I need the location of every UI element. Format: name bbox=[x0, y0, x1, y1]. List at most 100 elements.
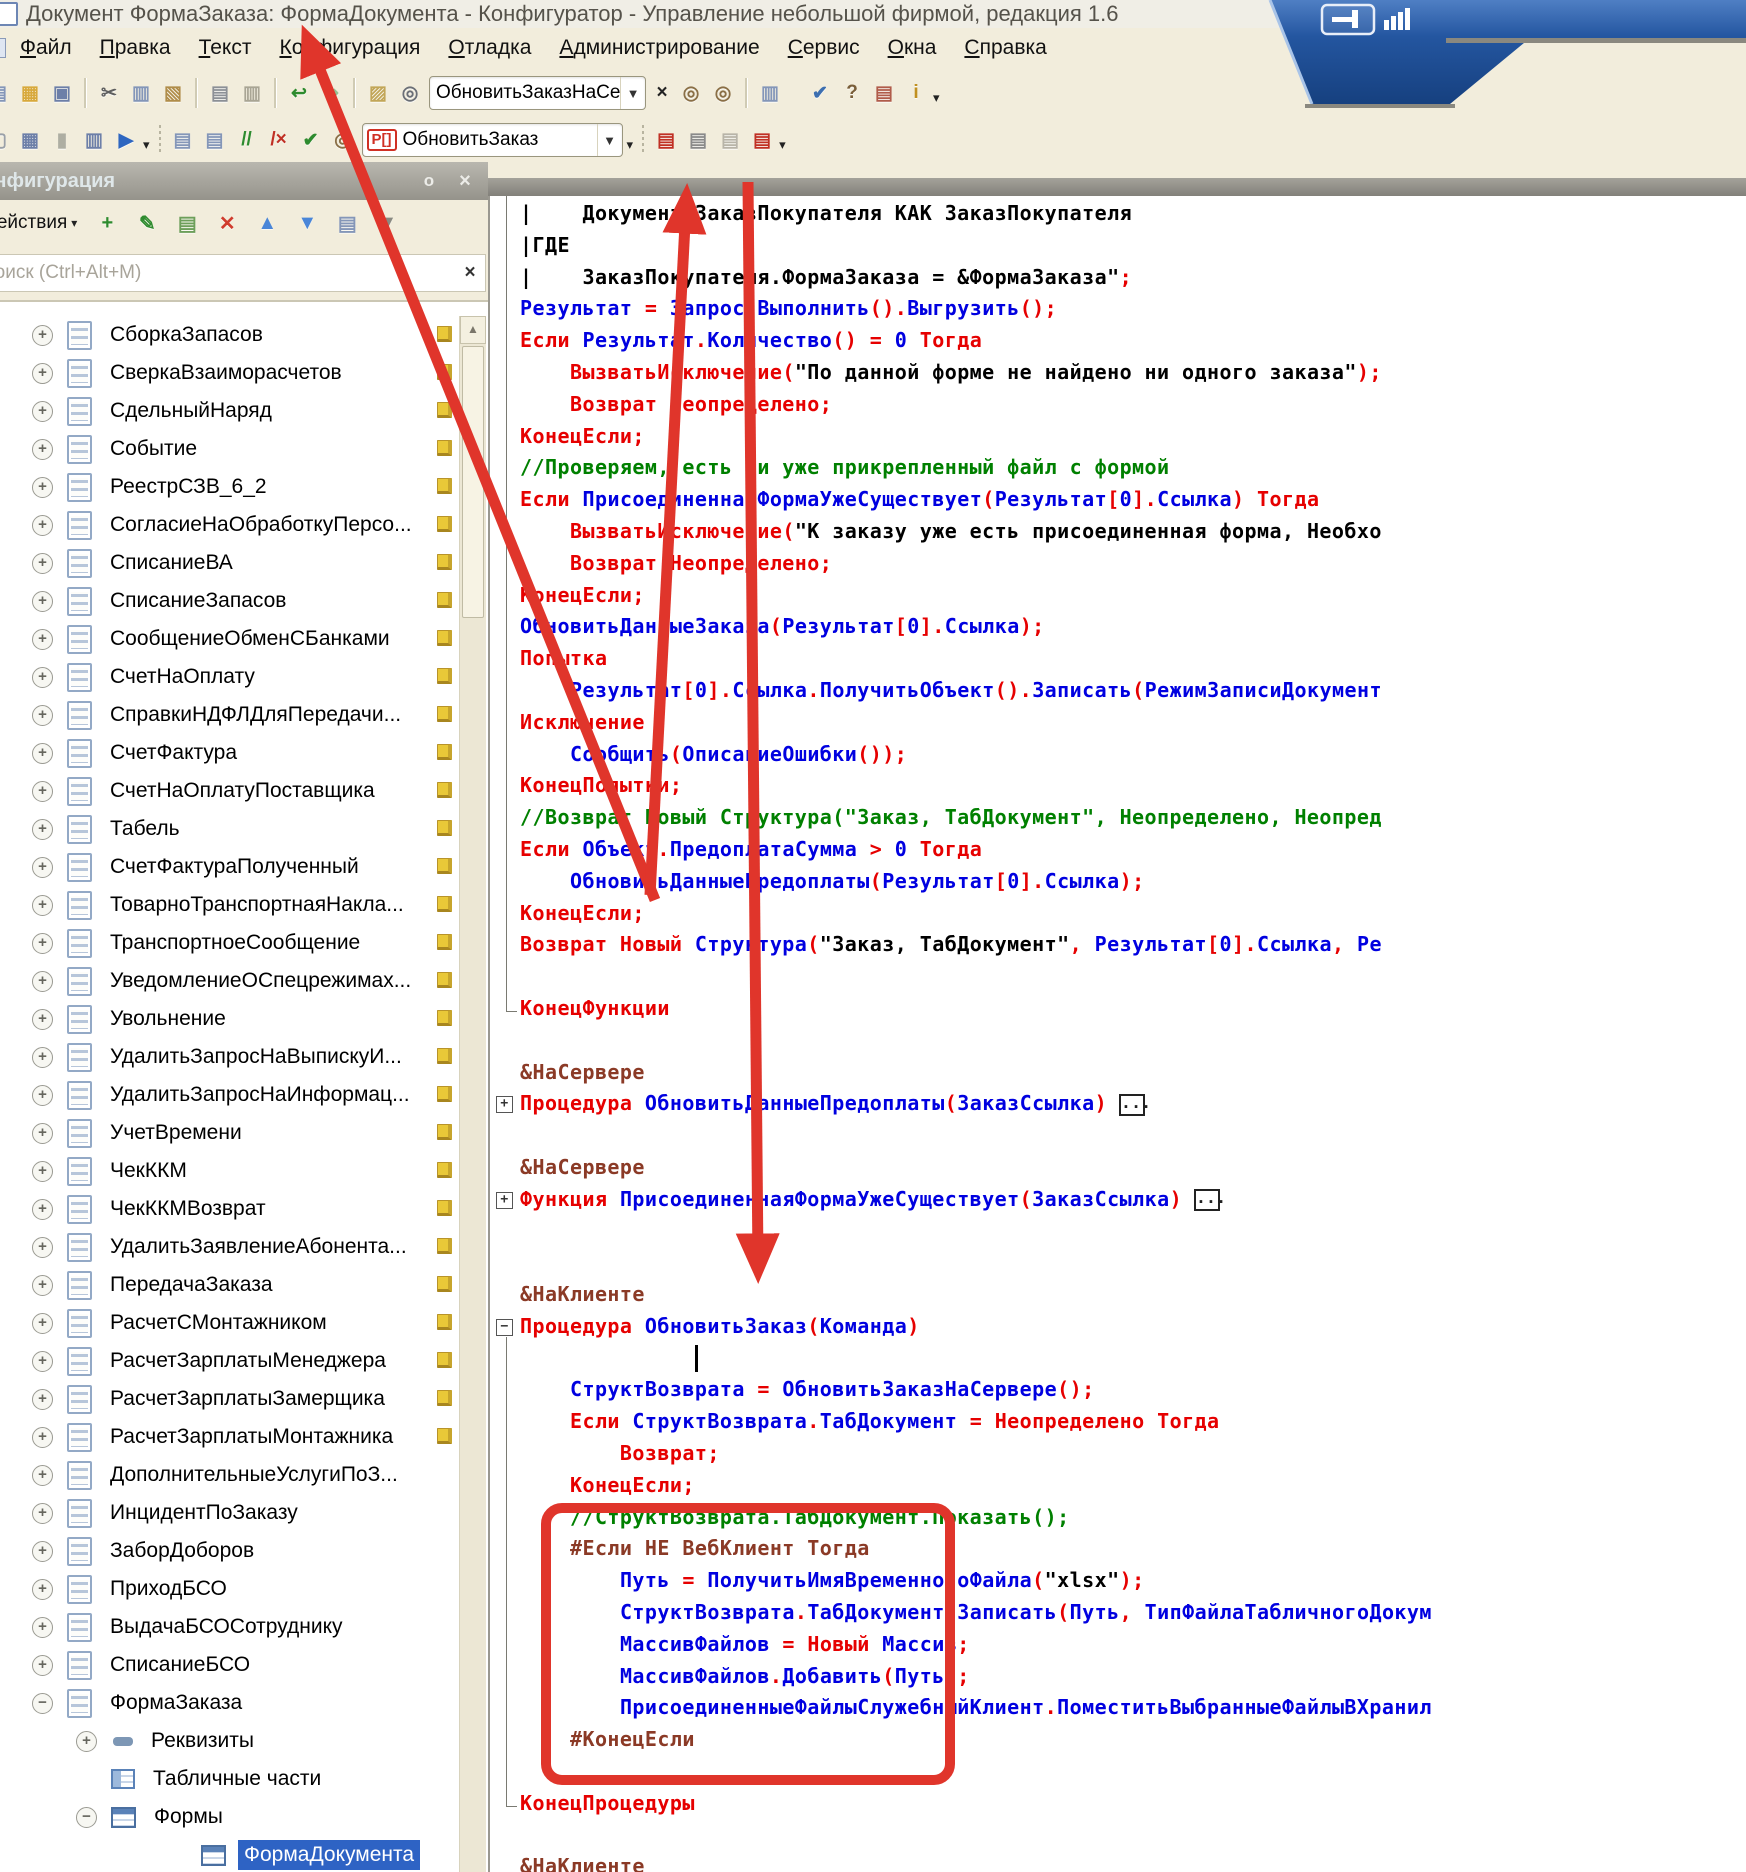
tree-item[interactable]: +СборкаЗапасов bbox=[0, 316, 488, 354]
modules-text-icon[interactable]: ▤ bbox=[869, 79, 899, 107]
find-in-files-icon[interactable]: ▨ bbox=[363, 79, 393, 107]
paste-icon[interactable]: ▧ bbox=[158, 79, 188, 107]
expand-icon[interactable]: + bbox=[32, 1655, 53, 1676]
tree-scrollbar[interactable]: ▲ bbox=[459, 316, 486, 1872]
expand-icon[interactable]: + bbox=[32, 1199, 53, 1220]
expand-icon[interactable]: + bbox=[32, 1085, 53, 1106]
tree-item[interactable]: +РеестрСЗВ_6_2 bbox=[0, 468, 488, 506]
tree-item[interactable]: +СообщениеОбменСБанками bbox=[0, 620, 488, 658]
open-icon[interactable]: ▦ bbox=[15, 79, 45, 107]
tree-item[interactable]: +СчетНаОплату bbox=[0, 658, 488, 696]
list-icon[interactable]: ▤ bbox=[327, 208, 367, 238]
expand-icon[interactable]: + bbox=[32, 1579, 53, 1600]
chevron-down-icon[interactable]: ▼ bbox=[597, 124, 622, 156]
window-partial-icon[interactable]: ▢ bbox=[0, 126, 13, 154]
expand-icon[interactable]: + bbox=[32, 1541, 53, 1562]
code-area[interactable]: | Документ.ЗаказПокупателя КАК ЗаказПоку… bbox=[488, 196, 1746, 1872]
tree-item[interactable]: +ДополнительныеУслугиПоЗ... bbox=[0, 1456, 488, 1494]
expand-icon[interactable]: + bbox=[32, 781, 53, 802]
search-text-combo[interactable]: ОбновитьЗаказНаСер▼ bbox=[429, 76, 646, 110]
add-icon[interactable]: + bbox=[87, 208, 127, 238]
menu-item-файл[interactable]: Файл bbox=[6, 32, 86, 64]
menu-item-сервис[interactable]: Сервис bbox=[774, 32, 874, 64]
panel-header[interactable]: Конфигурация o × bbox=[0, 162, 488, 200]
tree-item[interactable]: +РасчетЗарплатыМенеджера bbox=[0, 1342, 488, 1380]
filter-icon[interactable]: ▼ bbox=[367, 208, 407, 238]
actions-menu[interactable]: Действия bbox=[0, 212, 67, 234]
copy-windows-icon[interactable]: ▥ bbox=[755, 79, 785, 107]
tree-item[interactable]: −Формы bbox=[0, 1798, 488, 1836]
expand-icon[interactable]: + bbox=[32, 401, 53, 422]
copy-icon[interactable]: ▥ bbox=[126, 79, 156, 107]
find-previous-icon[interactable]: ◎ bbox=[708, 79, 738, 107]
menu-item-текст[interactable]: Текст bbox=[185, 32, 266, 64]
collapse-icon[interactable]: − bbox=[32, 1693, 53, 1714]
tree-item[interactable]: +ИнцидентПоЗаказу bbox=[0, 1494, 488, 1532]
tree-item[interactable]: +ПриходБСО bbox=[0, 1570, 488, 1608]
expand-icon[interactable]: + bbox=[32, 325, 53, 346]
tree-item[interactable]: +Реквизиты bbox=[0, 1722, 488, 1760]
expand-icon[interactable]: + bbox=[32, 1237, 53, 1258]
expand-icon[interactable]: + bbox=[32, 743, 53, 764]
bookmark-help-icon[interactable]: ▤ bbox=[683, 126, 713, 154]
expand-icon[interactable]: + bbox=[32, 1465, 53, 1486]
expand-icon[interactable]: + bbox=[32, 1503, 53, 1524]
tree-item[interactable]: +РасчетЗарплатыЗамерщика bbox=[0, 1380, 488, 1418]
menu-item-окна[interactable]: Окна bbox=[874, 32, 951, 64]
chevron-down-icon[interactable]: ▾ bbox=[71, 216, 77, 230]
bookmark-gray-icon[interactable]: ▤ bbox=[715, 126, 745, 154]
find-icon[interactable]: ◎ bbox=[395, 79, 425, 107]
expand-icon[interactable]: + bbox=[32, 1427, 53, 1448]
tree-item[interactable]: +ТранспортноеСообщение bbox=[0, 924, 488, 962]
tree-item[interactable]: +УдалитьЗапросНаИнформац... bbox=[0, 1076, 488, 1114]
tree-item[interactable]: +СчетФактураПолученный bbox=[0, 848, 488, 886]
tree-item[interactable]: +ФормаДокумента bbox=[0, 1836, 488, 1872]
expand-icon[interactable]: + bbox=[32, 667, 53, 688]
fold-expand-icon[interactable]: + bbox=[496, 1192, 513, 1209]
expand-icon[interactable]: + bbox=[32, 515, 53, 536]
expand-icon[interactable]: + bbox=[32, 591, 53, 612]
expand-icon[interactable]: + bbox=[32, 363, 53, 384]
expand-icon[interactable]: + bbox=[32, 705, 53, 726]
tree-item[interactable]: +Увольнение bbox=[0, 1000, 488, 1038]
move-down-icon[interactable]: ▼ bbox=[287, 208, 327, 238]
expand-icon[interactable]: + bbox=[32, 629, 53, 650]
expand-icon[interactable]: + bbox=[32, 971, 53, 992]
fold-collapse-icon[interactable]: − bbox=[496, 1319, 513, 1336]
expand-icon[interactable]: + bbox=[32, 1123, 53, 1144]
tree-item[interactable]: −ФормаЗаказа bbox=[0, 1684, 488, 1722]
expand-icon[interactable]: + bbox=[32, 895, 53, 916]
database-configuration-icon[interactable]: ▮ bbox=[47, 126, 77, 154]
module-check-icon[interactable]: ▤ bbox=[168, 126, 198, 154]
form-constructor-icon[interactable]: ▥ bbox=[79, 126, 109, 154]
expand-icon[interactable]: + bbox=[32, 1313, 53, 1334]
find-next-icon[interactable]: ◎ bbox=[676, 79, 706, 107]
menu-item-конфигурация[interactable]: Конфигурация bbox=[265, 32, 434, 64]
tree-item[interactable]: +СчетФактура bbox=[0, 734, 488, 772]
fold-expand-icon[interactable]: + bbox=[496, 1096, 513, 1113]
tree-item[interactable]: +ЧекККМВозврат bbox=[0, 1190, 488, 1228]
move-up-icon[interactable]: ▲ bbox=[247, 208, 287, 238]
expand-icon[interactable]: + bbox=[32, 1161, 53, 1182]
scrollbar-thumb[interactable] bbox=[462, 346, 484, 618]
info-icon[interactable]: i bbox=[901, 79, 931, 107]
pin-icon[interactable]: o bbox=[418, 169, 440, 193]
tree-item[interactable]: +СправкиНДФЛДляПередачи... bbox=[0, 696, 488, 734]
tree-item[interactable]: +СчетНаОплатуПоставщика bbox=[0, 772, 488, 810]
spreadsheet-document-icon[interactable]: ▦ bbox=[15, 126, 45, 154]
expand-icon[interactable]: + bbox=[32, 1351, 53, 1372]
print-icon[interactable]: ▤ bbox=[205, 79, 235, 107]
collapsed-block-icon[interactable]: ... bbox=[1119, 1094, 1145, 1116]
expand-icon[interactable]: + bbox=[32, 857, 53, 878]
chevron-down-icon[interactable]: ▾ bbox=[143, 137, 150, 153]
tree-item[interactable]: +СписаниеБСО bbox=[0, 1646, 488, 1684]
cut-icon[interactable]: ✂ bbox=[94, 79, 124, 107]
tree-item[interactable]: +ТоварноТранспортнаяНакла... bbox=[0, 886, 488, 924]
expand-icon[interactable]: + bbox=[32, 1047, 53, 1068]
chevron-down-icon[interactable]: ▾ bbox=[779, 137, 786, 153]
uncomment-lines-icon[interactable]: /× bbox=[264, 126, 294, 154]
tree-item[interactable]: +УдалитьЗаявлениеАбонента... bbox=[0, 1228, 488, 1266]
collapse-icon[interactable]: − bbox=[76, 1807, 97, 1828]
tree-item[interactable]: +Табличные части bbox=[0, 1760, 488, 1798]
menu-item-правка[interactable]: Правка bbox=[86, 32, 185, 64]
